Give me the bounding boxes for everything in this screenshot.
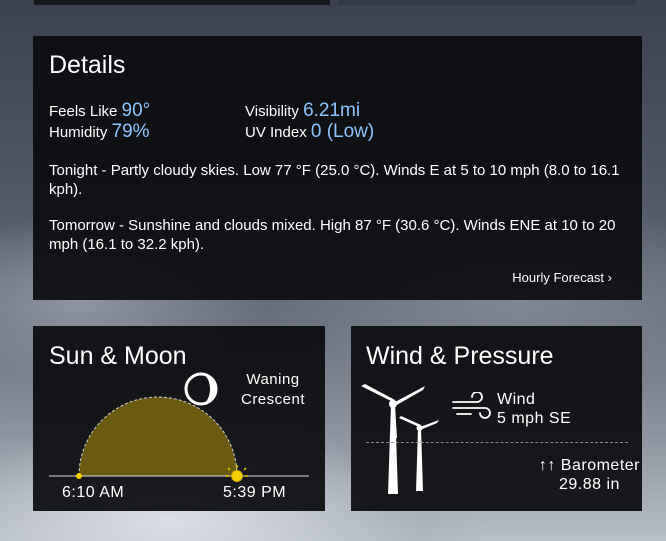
wind-pressure-card: Wind & Pressure Wind 5 mph SE ↑↑ Baromet… — [351, 326, 642, 511]
wind-turbine-icon — [361, 384, 439, 494]
uv-index-label: UV Index — [245, 124, 307, 141]
wind-icon — [452, 392, 491, 419]
visibility-value: 6.21mi — [303, 100, 361, 121]
feels-like-value: 90° — [121, 100, 151, 121]
tomorrow-forecast: Tomorrow - Sunshine and clouds mixed. Hi… — [49, 217, 616, 253]
feels-like-row: Feels Like 90° — [49, 100, 150, 122]
humidity-value: 79% — [111, 121, 150, 142]
sunset-time: 5:39 PM — [223, 484, 287, 501]
hourly-forecast-link[interactable]: Hourly Forecast › — [512, 270, 612, 285]
sunrise-dot — [76, 473, 82, 479]
previous-card-edge-right — [338, 0, 636, 5]
uv-index-value: 0 (Low) — [310, 121, 375, 142]
wind-value: 5 mph SE — [497, 410, 572, 427]
uv-index-row: UV Index 0 (Low) — [245, 121, 374, 143]
wind-label: Wind — [497, 391, 536, 408]
visibility-row: Visibility 6.21mi — [245, 100, 360, 122]
details-card: Details Feels Like 90° Humidity 79% Visi… — [33, 36, 642, 300]
wind-pressure-title: Wind & Pressure — [366, 342, 554, 370]
humidity-row: Humidity 79% — [49, 121, 150, 143]
barometer-readout: ↑↑ Barometer 29.88 in — [539, 456, 640, 494]
tonight-forecast: Tonight - Partly cloudy skies. Low 77 °F… — [49, 162, 620, 198]
visibility-label: Visibility — [245, 103, 299, 120]
details-title: Details — [49, 51, 126, 79]
daylight-arc — [79, 397, 237, 476]
divider — [366, 442, 628, 443]
wind-readout: Wind 5 mph SE — [497, 390, 571, 428]
barometer-value: 29.88 in — [558, 476, 620, 493]
previous-card-edge-left — [34, 0, 330, 5]
barometer-label: ↑↑ Barometer — [538, 457, 640, 474]
feels-like-label: Feels Like — [49, 103, 118, 120]
sun-moon-card: Sun & Moon Waning Crescent 6:10 AM 5:39 … — [33, 326, 325, 511]
humidity-label: Humidity — [49, 124, 108, 141]
sunrise-time: 6:10 AM — [62, 484, 125, 501]
